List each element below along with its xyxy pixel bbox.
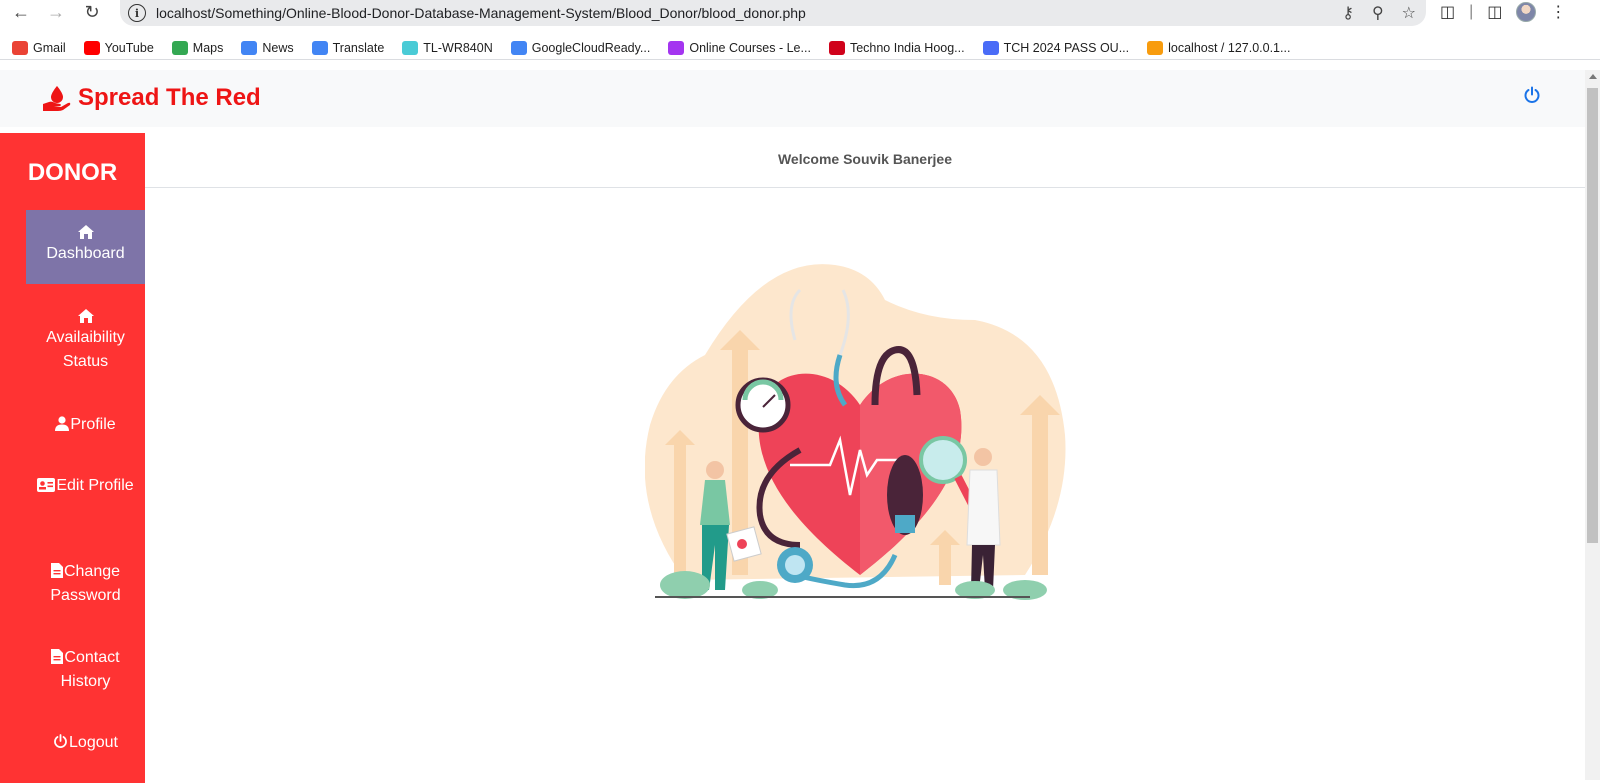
bookmark-techno-india-hoog[interactable]: Techno India Hoog... xyxy=(828,40,965,55)
brand-link[interactable]: Spread The Red xyxy=(42,84,261,112)
bookmark-maps[interactable]: Maps xyxy=(171,40,224,55)
address-bar[interactable]: i localhost/Something/Online-Blood-Donor… xyxy=(120,0,1426,26)
bookmark-label: localhost / 127.0.0.1... xyxy=(1168,40,1291,55)
sidebar-title: DONOR xyxy=(27,159,118,186)
bookmark-tl-wr840n[interactable]: TL-WR840N xyxy=(402,40,493,55)
side-panel-icon[interactable]: ◫ xyxy=(1487,2,1502,22)
maps-icon xyxy=(171,40,188,55)
forward-button[interactable]: → xyxy=(43,0,69,24)
pma-icon xyxy=(1147,40,1164,55)
sidebar-item-dashboard[interactable]: Dashboard xyxy=(26,210,145,284)
home-icon xyxy=(77,225,94,239)
bookmark-youtube[interactable]: YouTube xyxy=(83,40,154,55)
sidebar-item-profile[interactable]: Profile xyxy=(26,413,145,439)
bookmark-online-courses-le[interactable]: Online Courses - Le... xyxy=(668,40,811,55)
star-icon[interactable]: ☆ xyxy=(1402,3,1416,23)
sidebar-item-edit-profile[interactable]: Edit Profile xyxy=(26,474,145,524)
tplink-icon xyxy=(402,40,419,55)
welcome-header: Welcome Souvik Banerjee xyxy=(145,133,1585,188)
browser-toolbar: ← → ↻ i localhost/Something/Online-Blood… xyxy=(0,0,1600,26)
gmail-icon xyxy=(12,40,28,55)
file-icon xyxy=(51,649,64,664)
translate-icon xyxy=(311,40,328,55)
bookmark-label: Gmail xyxy=(33,40,66,55)
sidebar-item-availability-status[interactable]: Availaibility Status xyxy=(26,308,145,380)
home-icon xyxy=(77,309,94,323)
welcome-text: Welcome Souvik Banerjee xyxy=(777,151,953,167)
zoom-icon[interactable]: ⚲ xyxy=(1372,3,1384,23)
hand-holding-drop-icon xyxy=(43,86,71,111)
bookmark-label: TL-WR840N xyxy=(423,40,493,55)
navbar: Spread The Red xyxy=(0,70,1585,127)
scrollbar[interactable] xyxy=(1585,70,1600,780)
techno-icon xyxy=(828,40,845,55)
scroll-up-icon[interactable] xyxy=(1589,74,1597,79)
extensions-icon[interactable]: ◫ xyxy=(1440,2,1455,22)
reload-button[interactable]: ↻ xyxy=(79,0,105,24)
google-icon xyxy=(510,40,527,55)
bookmark-translate[interactable]: Translate xyxy=(311,40,385,55)
brand-title: Spread The Red xyxy=(78,84,261,111)
sidebar-item-change-password[interactable]: Change Password xyxy=(26,560,145,610)
bookmark-label: Online Courses - Le... xyxy=(689,40,811,55)
heart-health-illustration xyxy=(645,264,1066,600)
bookmark-label: News xyxy=(262,40,294,55)
youtube-icon xyxy=(83,40,100,55)
scrollbar-thumb[interactable] xyxy=(1587,88,1598,543)
bookmark-label: Maps xyxy=(192,40,224,55)
menu-kebab-icon[interactable]: ⋮ xyxy=(1550,2,1566,22)
bookmark-gmail[interactable]: Gmail xyxy=(12,40,66,55)
site-info-icon[interactable]: i xyxy=(128,4,146,22)
bookmark-googlecloudready[interactable]: GoogleCloudReady... xyxy=(510,40,651,55)
bookmark-localhost-127-0-0-1[interactable]: localhost / 127.0.0.1... xyxy=(1147,40,1291,55)
group-icon xyxy=(982,40,999,55)
bookmark-label: TCH 2024 PASS OU... xyxy=(1003,40,1130,55)
courses-icon xyxy=(668,40,685,55)
bookmark-label: GoogleCloudReady... xyxy=(531,40,651,55)
url-text[interactable]: localhost/Something/Online-Blood-Donor-D… xyxy=(156,5,806,21)
bookmark-label: Techno India Hoog... xyxy=(849,40,965,55)
news-icon xyxy=(241,40,258,55)
bookmark-label: YouTube xyxy=(104,40,154,55)
sidebar-item-logout[interactable]: Logout xyxy=(26,731,145,757)
sidebar: DONOR Dashboard Availaibility Status Pro… xyxy=(0,133,145,783)
bookmark-tch-2024-pass-ou[interactable]: TCH 2024 PASS OU... xyxy=(982,40,1130,55)
profile-avatar[interactable] xyxy=(1516,2,1537,22)
key-icon[interactable]: ⚷ xyxy=(1342,3,1354,23)
divider: | xyxy=(1469,3,1474,20)
file-icon xyxy=(50,563,63,578)
page: Spread The Red DONOR Dashboard Availaibi… xyxy=(0,70,1600,783)
id-card-icon xyxy=(37,478,56,492)
power-icon xyxy=(54,734,67,748)
bookmark-label: Translate xyxy=(332,40,385,55)
back-button[interactable]: ← xyxy=(8,0,34,24)
bookmark-news[interactable]: News xyxy=(241,40,294,55)
user-icon xyxy=(55,416,70,431)
power-icon[interactable] xyxy=(1523,86,1541,109)
sidebar-item-contact-history[interactable]: Contact History xyxy=(26,646,145,696)
bookmarks-bar: Gmail YouTube Maps News Translate TL-WR840N Go… xyxy=(0,36,1600,60)
